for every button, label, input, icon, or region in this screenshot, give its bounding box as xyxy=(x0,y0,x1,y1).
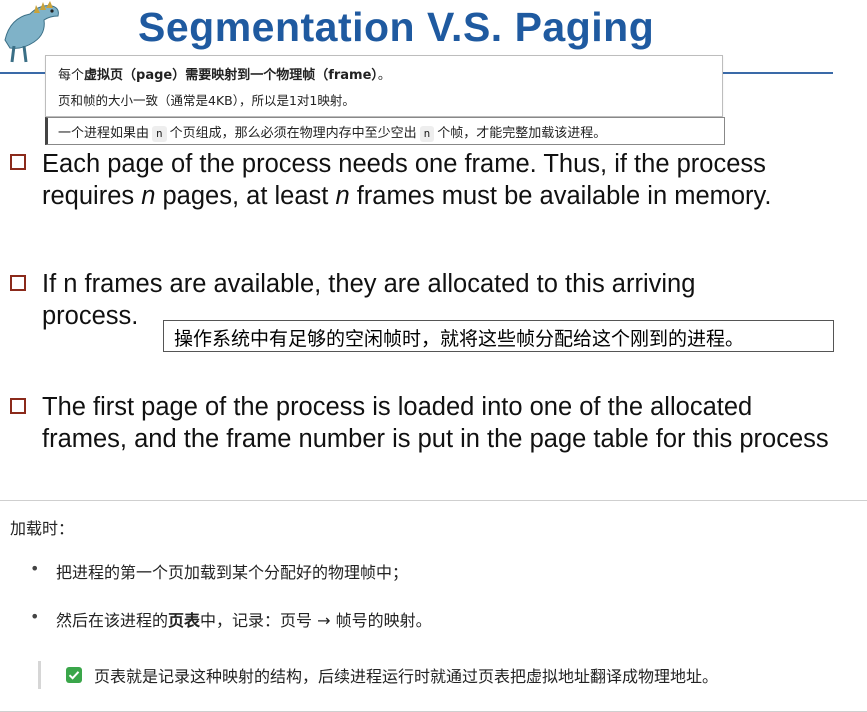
panel-list-item-1: 把进程的第一个页加载到某个分配好的物理帧中； xyxy=(56,563,409,582)
list-bullet-dot: • xyxy=(30,559,40,578)
bullet-box-icon xyxy=(10,398,26,414)
page-title: Segmentation V.S. Paging xyxy=(138,4,655,50)
annotation-n-pages-text: 一个进程如果由 n 个页组成，那么必须在物理内存中至少空出 n 个帧，才能完整加载该进程… xyxy=(58,126,607,142)
panel-list-item-2: 然后在该进程的页表中，记录：页号 → 帧号的映射。 xyxy=(56,611,432,630)
quote-bar xyxy=(38,661,41,689)
panel-heading: 加载时： xyxy=(10,519,75,538)
checkmark-icon xyxy=(66,667,82,683)
bullet-text-1: Each page of the process needs one frame… xyxy=(42,150,772,210)
annotation-line-1: 每个虚拟页（page）需要映射到一个物理帧（frame）。 xyxy=(58,68,391,83)
annotation-os-free-frames: 操作系统中有足够的空闲帧时，就将这些帧分配给这个刚到的进程。 xyxy=(163,320,834,352)
annotation-page-frame-mapping: 每个虚拟页（page）需要映射到一个物理帧（frame）。 页和帧的大小一致（通… xyxy=(45,55,723,117)
inline-code-n: n xyxy=(152,126,167,142)
panel-tip: 页表就是记录这种映射的结构，后续进程运行时就通过页表把虚拟地址翻译成物理地址。 xyxy=(94,667,719,686)
inline-code-n: n xyxy=(419,126,435,142)
list-bullet-dot: • xyxy=(30,607,40,626)
bullet-box-icon xyxy=(10,275,26,291)
annotation-n-pages: 一个进程如果由 n 个页组成，那么必须在物理内存中至少空出 n 个帧，才能完整加载该进程… xyxy=(45,117,725,145)
bullet-text-3: The first page of the process is loaded … xyxy=(42,393,829,453)
loading-explanation-panel: 加载时： • 把进程的第一个页加载到某个分配好的物理帧中； • 然后在该进程的页… xyxy=(0,500,867,712)
annotation-line-2: 页和帧的大小一致（通常是4KB），所以是1对1映射。 xyxy=(58,93,355,108)
bullet-box-icon xyxy=(10,154,26,170)
